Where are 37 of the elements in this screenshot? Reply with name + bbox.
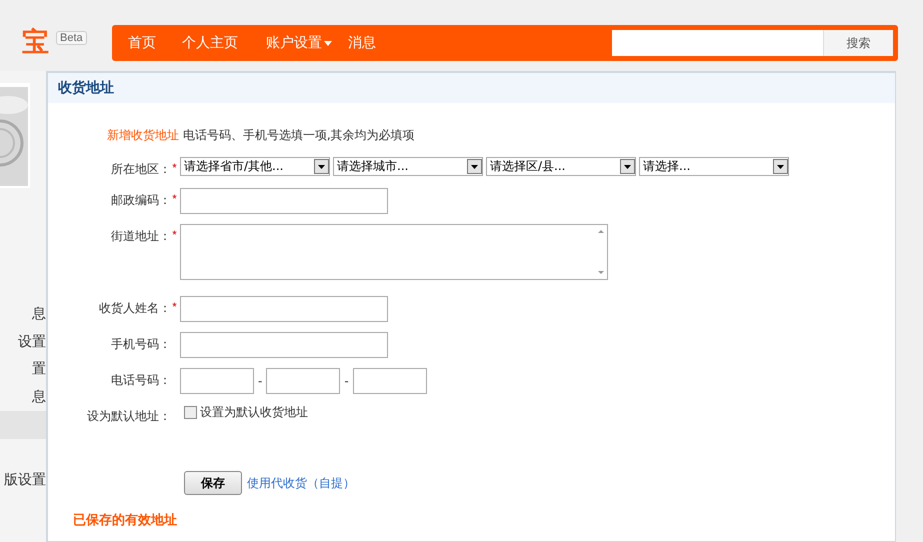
checkbox[interactable] xyxy=(184,406,197,419)
pickup-link[interactable]: 使用代收货（自提） xyxy=(247,474,355,492)
dropdown[interactable]: 请选择... xyxy=(639,157,789,176)
field-label: 所在地区： xyxy=(111,161,171,178)
separator: - xyxy=(257,374,264,388)
save-button[interactable]: 保存 xyxy=(184,471,242,495)
beta-badge: Beta xyxy=(56,31,87,45)
field-label: 收货人姓名： xyxy=(99,300,171,317)
field-label: 手机号码： xyxy=(111,336,171,353)
input-field[interactable] xyxy=(180,296,388,322)
caret-icon xyxy=(324,40,332,46)
text-area[interactable] xyxy=(180,224,608,280)
panel-title: 收货地址 xyxy=(58,79,114,97)
dropdown[interactable]: 请选择城市... xyxy=(333,157,483,176)
field-label: 设为默认地址： xyxy=(87,408,171,425)
field-label: 电话号码： xyxy=(111,372,171,389)
field-label: 街道地址： xyxy=(111,228,171,245)
form-note: 电话号码、手机号选填一项,其余均为必填项 xyxy=(182,128,415,142)
sidebar-item[interactable]: 置 xyxy=(0,356,46,384)
input-field[interactable] xyxy=(180,332,388,358)
form-title: 新增收货地址 xyxy=(107,128,179,142)
field-label: 邮政编码： xyxy=(111,192,171,209)
checkbox-label[interactable]: 设置为默认收货地址 xyxy=(200,404,308,421)
sidebar-item[interactable]: 版设置 xyxy=(0,466,46,494)
input-field[interactable] xyxy=(266,368,340,394)
input-field[interactable] xyxy=(352,368,427,394)
dropdown[interactable]: 请选择省市/其他... xyxy=(180,157,330,176)
search-field[interactable] xyxy=(612,30,823,56)
separator: - xyxy=(343,374,350,388)
section-title: 已保存的有效地址 xyxy=(72,512,178,529)
input-field[interactable] xyxy=(180,188,388,214)
sidebar-item[interactable]: 息 xyxy=(0,384,46,411)
input-field[interactable] xyxy=(180,368,254,394)
sidebar-item[interactable]: 设置 xyxy=(0,328,46,356)
search-button[interactable]: 搜索 xyxy=(823,30,893,56)
sidebar-item[interactable]: 息 xyxy=(0,301,46,328)
dropdown[interactable]: 请选择区/县... xyxy=(486,157,636,176)
